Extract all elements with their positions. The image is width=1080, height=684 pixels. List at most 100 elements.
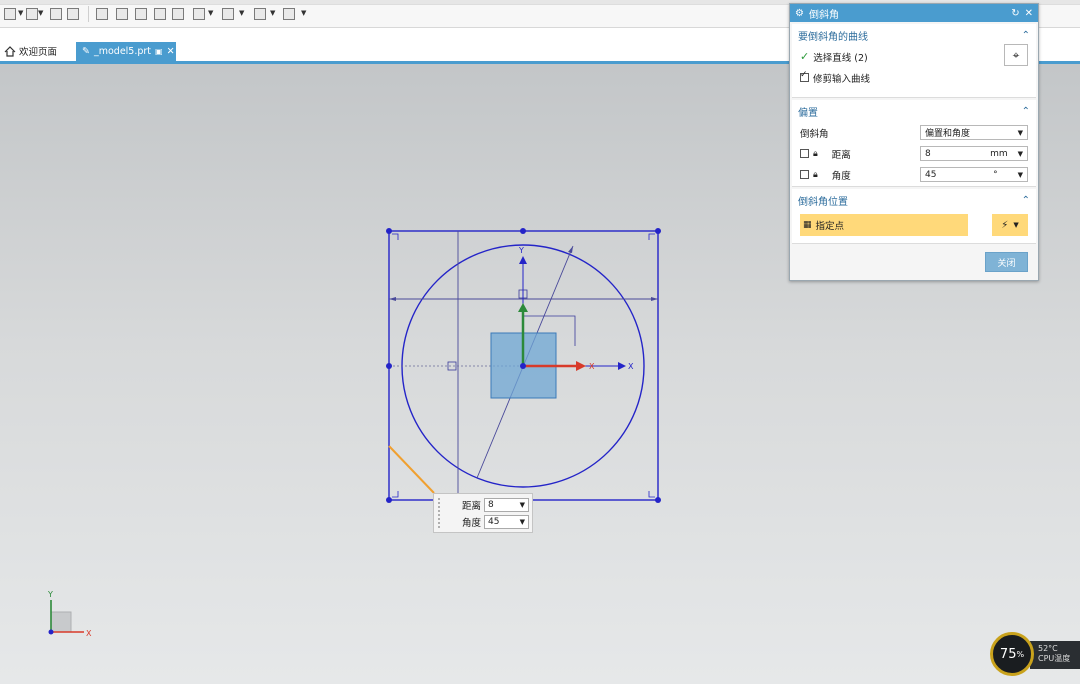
chevron-up-icon[interactable]: ⌃ — [1022, 106, 1030, 117]
x-axis-arrow — [618, 362, 626, 370]
x-axis-label: X — [628, 362, 634, 371]
chevron-down-icon[interactable]: ▼ — [18, 9, 23, 17]
y-axis-arrow — [519, 256, 527, 264]
corner-mark — [648, 491, 655, 498]
corner-mark — [392, 491, 399, 498]
camera-icon[interactable] — [222, 8, 234, 20]
chevron-down-icon[interactable]: ▼ — [1013, 221, 1018, 229]
cylinder-icon[interactable] — [254, 8, 266, 20]
grid-icon[interactable] — [116, 8, 128, 20]
cpu-gauge: 52°C CPU温度 75% — [990, 632, 1080, 680]
angle-label: 角度 — [831, 170, 851, 182]
distance-checkbox[interactable] — [800, 149, 809, 158]
x-handle-label: X — [589, 362, 595, 371]
dimension-arrow — [568, 246, 573, 253]
distance-input[interactable]: 8 mm ▼ — [920, 146, 1028, 161]
chamfer-dialog: ⚙ 倒斜角 ↻ ✕ 要倒斜角的曲线 ⌃ ✓ 选择直线 (2) ⌖ 修剪输入曲线 … — [789, 3, 1039, 281]
render-icon[interactable] — [50, 8, 62, 20]
triad-plane — [50, 611, 72, 633]
wand-icon: ⚡ — [1001, 219, 1009, 231]
chevron-down-icon[interactable]: ▼ — [520, 501, 525, 509]
chevron-down-icon[interactable]: ▼ — [270, 9, 275, 17]
chevron-down-icon[interactable]: ▼ — [301, 9, 306, 17]
dimension-arrow — [651, 297, 658, 301]
chevron-down-icon[interactable]: ▼ — [1018, 150, 1023, 158]
select-lines-row[interactable]: ✓ 选择直线 (2) ⌖ — [792, 44, 1036, 67]
check-icon: ✓ — [800, 50, 810, 63]
cube-icon[interactable] — [154, 8, 166, 20]
angle-input[interactable]: 45 ° ▼ — [920, 167, 1028, 182]
cpu-usage-ring: 75% — [990, 632, 1034, 676]
view-icon[interactable] — [26, 8, 38, 20]
trim-checkbox[interactable] — [800, 70, 809, 82]
shade-icon[interactable] — [67, 8, 79, 20]
chamfer-type-label: 倒斜角 — [800, 128, 829, 140]
cpu-temp-label: CPU温度 — [1038, 654, 1071, 663]
trim-curves-row[interactable]: 修剪输入曲线 — [792, 67, 1036, 88]
chevron-down-icon[interactable]: ▼ — [208, 9, 213, 17]
close-icon[interactable]: ✕ — [1025, 8, 1033, 19]
section-offset-header[interactable]: 偏置 ⌃ — [792, 100, 1036, 122]
float-angle-label: 角度 — [462, 518, 482, 529]
trim-label: 修剪输入曲线 — [813, 73, 871, 85]
checkered-flag-icon: ▦ — [803, 220, 812, 230]
close-button[interactable]: 关闭 — [985, 252, 1028, 272]
sketch-icon[interactable] — [96, 8, 108, 20]
float-distance-input[interactable]: 8 ▼ — [484, 498, 529, 512]
chevron-down-icon[interactable]: ▼ — [239, 9, 244, 17]
angle-row: 🔒︎ 角度 45 ° ▼ — [792, 164, 1036, 185]
dialog-title-bar[interactable]: ⚙ 倒斜角 ↻ ✕ — [790, 4, 1038, 22]
dialog-title: 倒斜角 — [808, 9, 839, 21]
chevron-down-icon[interactable]: ▼ — [38, 9, 43, 17]
chevron-up-icon[interactable]: ⌃ — [1022, 30, 1030, 41]
frame-icon[interactable] — [135, 8, 147, 20]
float-distance-label: 距离 — [462, 501, 482, 512]
section-position-header[interactable]: 倒斜角位置 ⌃ — [792, 189, 1036, 211]
cpu-temp: 52°C — [1038, 644, 1058, 653]
toolbar-separator — [88, 6, 89, 22]
chevron-up-icon[interactable]: ⌃ — [1022, 195, 1030, 206]
distance-label: 距离 — [831, 149, 851, 161]
angle-checkbox[interactable] — [800, 170, 809, 179]
angle-unit: ° — [993, 169, 998, 180]
home-icon — [4, 45, 16, 57]
y-handle-arrow[interactable] — [518, 303, 528, 312]
point-dialog-button[interactable]: ⚡ ▼ — [992, 214, 1028, 236]
chevron-down-icon[interactable]: ▼ — [1018, 129, 1023, 137]
tab-home[interactable]: 欢迎页面 — [4, 44, 57, 58]
gear-icon[interactable]: ⚙ — [795, 8, 804, 19]
close-icon[interactable]: ✕ — [167, 46, 175, 57]
chamfer-type-row: 倒斜角 偏置和角度 ▼ — [792, 122, 1036, 143]
fit-icon[interactable] — [193, 8, 205, 20]
lock-icon[interactable]: 🔒︎ — [813, 170, 818, 180]
dimension-arrow — [389, 297, 396, 301]
corner-point[interactable] — [386, 497, 392, 503]
section-curves-header[interactable]: 要倒斜角的曲线 ⌃ — [792, 24, 1036, 46]
corner-point[interactable] — [655, 497, 661, 503]
crosshair-icon[interactable]: ⌖ — [1004, 44, 1028, 66]
drag-handle[interactable] — [437, 497, 441, 528]
reset-icon[interactable]: ↻ — [1011, 8, 1019, 19]
mid-point[interactable] — [520, 228, 526, 234]
tab-model[interactable]: ✎ _model5.prt ▣ ✕ — [76, 42, 176, 61]
sphere-icon[interactable] — [283, 8, 295, 20]
tab-home-label: 欢迎页面 — [19, 47, 58, 58]
snap-icon[interactable] — [4, 8, 16, 20]
origin-point[interactable] — [520, 363, 526, 369]
tab-model-label: _model5.prt — [93, 46, 152, 57]
mid-point[interactable] — [386, 363, 392, 369]
corner-point[interactable] — [386, 228, 392, 234]
document-icon: ▣ — [155, 47, 163, 56]
distance-row: 🔒︎ 距离 8 mm ▼ — [792, 143, 1036, 164]
corner-point[interactable] — [655, 228, 661, 234]
chevron-down-icon[interactable]: ▼ — [1018, 171, 1023, 179]
onscreen-input: 距离 8 ▼ 角度 45 ▼ — [433, 493, 533, 533]
x-handle-arrow[interactable] — [576, 361, 586, 371]
lock-icon[interactable]: 🔒︎ — [813, 149, 818, 159]
layers-icon[interactable] — [172, 8, 184, 20]
distance-unit: mm — [990, 148, 1008, 159]
chevron-down-icon[interactable]: ▼ — [520, 518, 525, 526]
specify-point-row[interactable]: ▦ 指定点 — [800, 214, 968, 236]
float-angle-input[interactable]: 45 ▼ — [484, 515, 529, 529]
chamfer-type-select[interactable]: 偏置和角度 ▼ — [920, 125, 1028, 140]
